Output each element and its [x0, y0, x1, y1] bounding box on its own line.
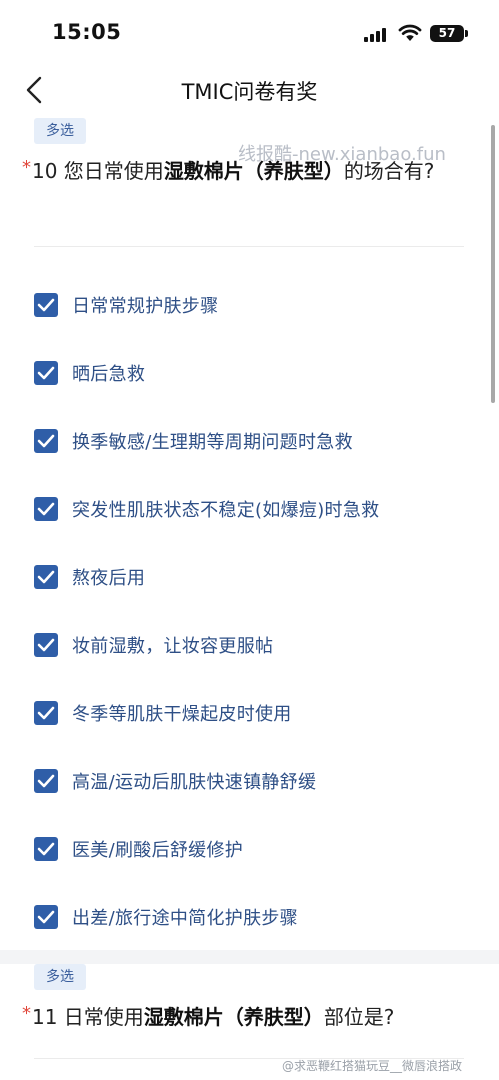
- option-label: 高温/运动后肌肤快速镇静舒缓: [72, 772, 317, 793]
- checkbox-checked-icon[interactable]: [34, 905, 58, 929]
- checkbox-checked-icon[interactable]: [34, 293, 58, 317]
- option-item[interactable]: 医美/刷酸后舒缓修护: [34, 830, 464, 870]
- option-label: 熬夜后用: [72, 568, 146, 589]
- option-label: 换季敏感/生理期等周期问题时急救: [72, 432, 353, 453]
- question-bold-text: 湿敷棉片（养肤型）: [163, 159, 344, 183]
- multi-select-tag: 多选: [34, 118, 86, 144]
- checkbox-checked-icon[interactable]: [34, 633, 58, 657]
- checkbox-checked-icon[interactable]: [34, 429, 58, 453]
- wifi-icon: [398, 24, 422, 41]
- option-label: 日常常规护肤步骤: [72, 296, 219, 317]
- battery-nub: [465, 30, 468, 37]
- checkbox-checked-icon[interactable]: [34, 361, 58, 385]
- checkbox-checked-icon[interactable]: [34, 565, 58, 589]
- status-bar: 15:05 57: [0, 0, 499, 62]
- option-label: 医美/刷酸后舒缓修护: [72, 840, 244, 861]
- option-label: 出差/旅行途中简化护肤步骤: [72, 908, 298, 929]
- required-marker: *: [22, 157, 31, 178]
- multi-select-tag: 多选: [34, 964, 86, 990]
- checkbox-checked-icon[interactable]: [34, 769, 58, 793]
- option-label: 突发性肌肤状态不稳定(如爆痘)时急救: [72, 500, 380, 521]
- scrollbar[interactable]: [491, 125, 495, 403]
- option-item[interactable]: 熬夜后用: [34, 558, 464, 598]
- battery-icon: 57: [430, 25, 464, 42]
- question-10-title: *10 您日常使用湿敷棉片（养肤型）的场合有?: [22, 154, 462, 189]
- question-bold-text: 湿敷棉片（养肤型）: [143, 1005, 324, 1029]
- status-time: 15:05: [52, 20, 122, 44]
- option-item[interactable]: 日常常规护肤步骤: [34, 286, 464, 326]
- option-item[interactable]: 妆前湿敷，让妆容更服帖: [34, 626, 464, 666]
- checkbox-checked-icon[interactable]: [34, 701, 58, 725]
- question-text-rest: 部位是?: [323, 1005, 395, 1029]
- option-label: 冬季等肌肤干燥起皮时使用: [72, 704, 292, 725]
- cellular-signal-icon: [364, 28, 390, 42]
- required-marker: *: [22, 1003, 31, 1024]
- option-label: 妆前湿敷，让妆容更服帖: [72, 636, 274, 657]
- section-gap: [0, 950, 499, 964]
- option-item[interactable]: 晒后急救: [34, 354, 464, 394]
- option-label: 晒后急救: [72, 364, 146, 385]
- nav-bar: TMIC问卷有奖: [0, 62, 499, 118]
- option-item[interactable]: 突发性肌肤状态不稳定(如爆痘)时急救: [34, 490, 464, 530]
- option-item[interactable]: 换季敏感/生理期等周期问题时急救: [34, 422, 464, 462]
- option-item[interactable]: 出差/旅行途中简化护肤步骤: [34, 898, 464, 938]
- checkbox-checked-icon[interactable]: [34, 497, 58, 521]
- option-item[interactable]: 冬季等肌肤干燥起皮时使用: [34, 694, 464, 734]
- question-text-rest: 的场合有?: [343, 159, 435, 183]
- checkbox-checked-icon[interactable]: [34, 837, 58, 861]
- footer-watermark: @求恶鞭红搭猫玩豆__微唇浪搭政: [282, 1059, 463, 1073]
- question-number: 11 日常使用: [32, 1005, 144, 1029]
- question-number: 10 您日常使用: [32, 159, 164, 183]
- divider: [34, 246, 464, 247]
- question-11-title: *11 日常使用湿敷棉片（养肤型）部位是?: [22, 1000, 462, 1035]
- page-title: TMIC问卷有奖: [181, 80, 318, 104]
- option-item[interactable]: 高温/运动后肌肤快速镇静舒缓: [34, 762, 464, 802]
